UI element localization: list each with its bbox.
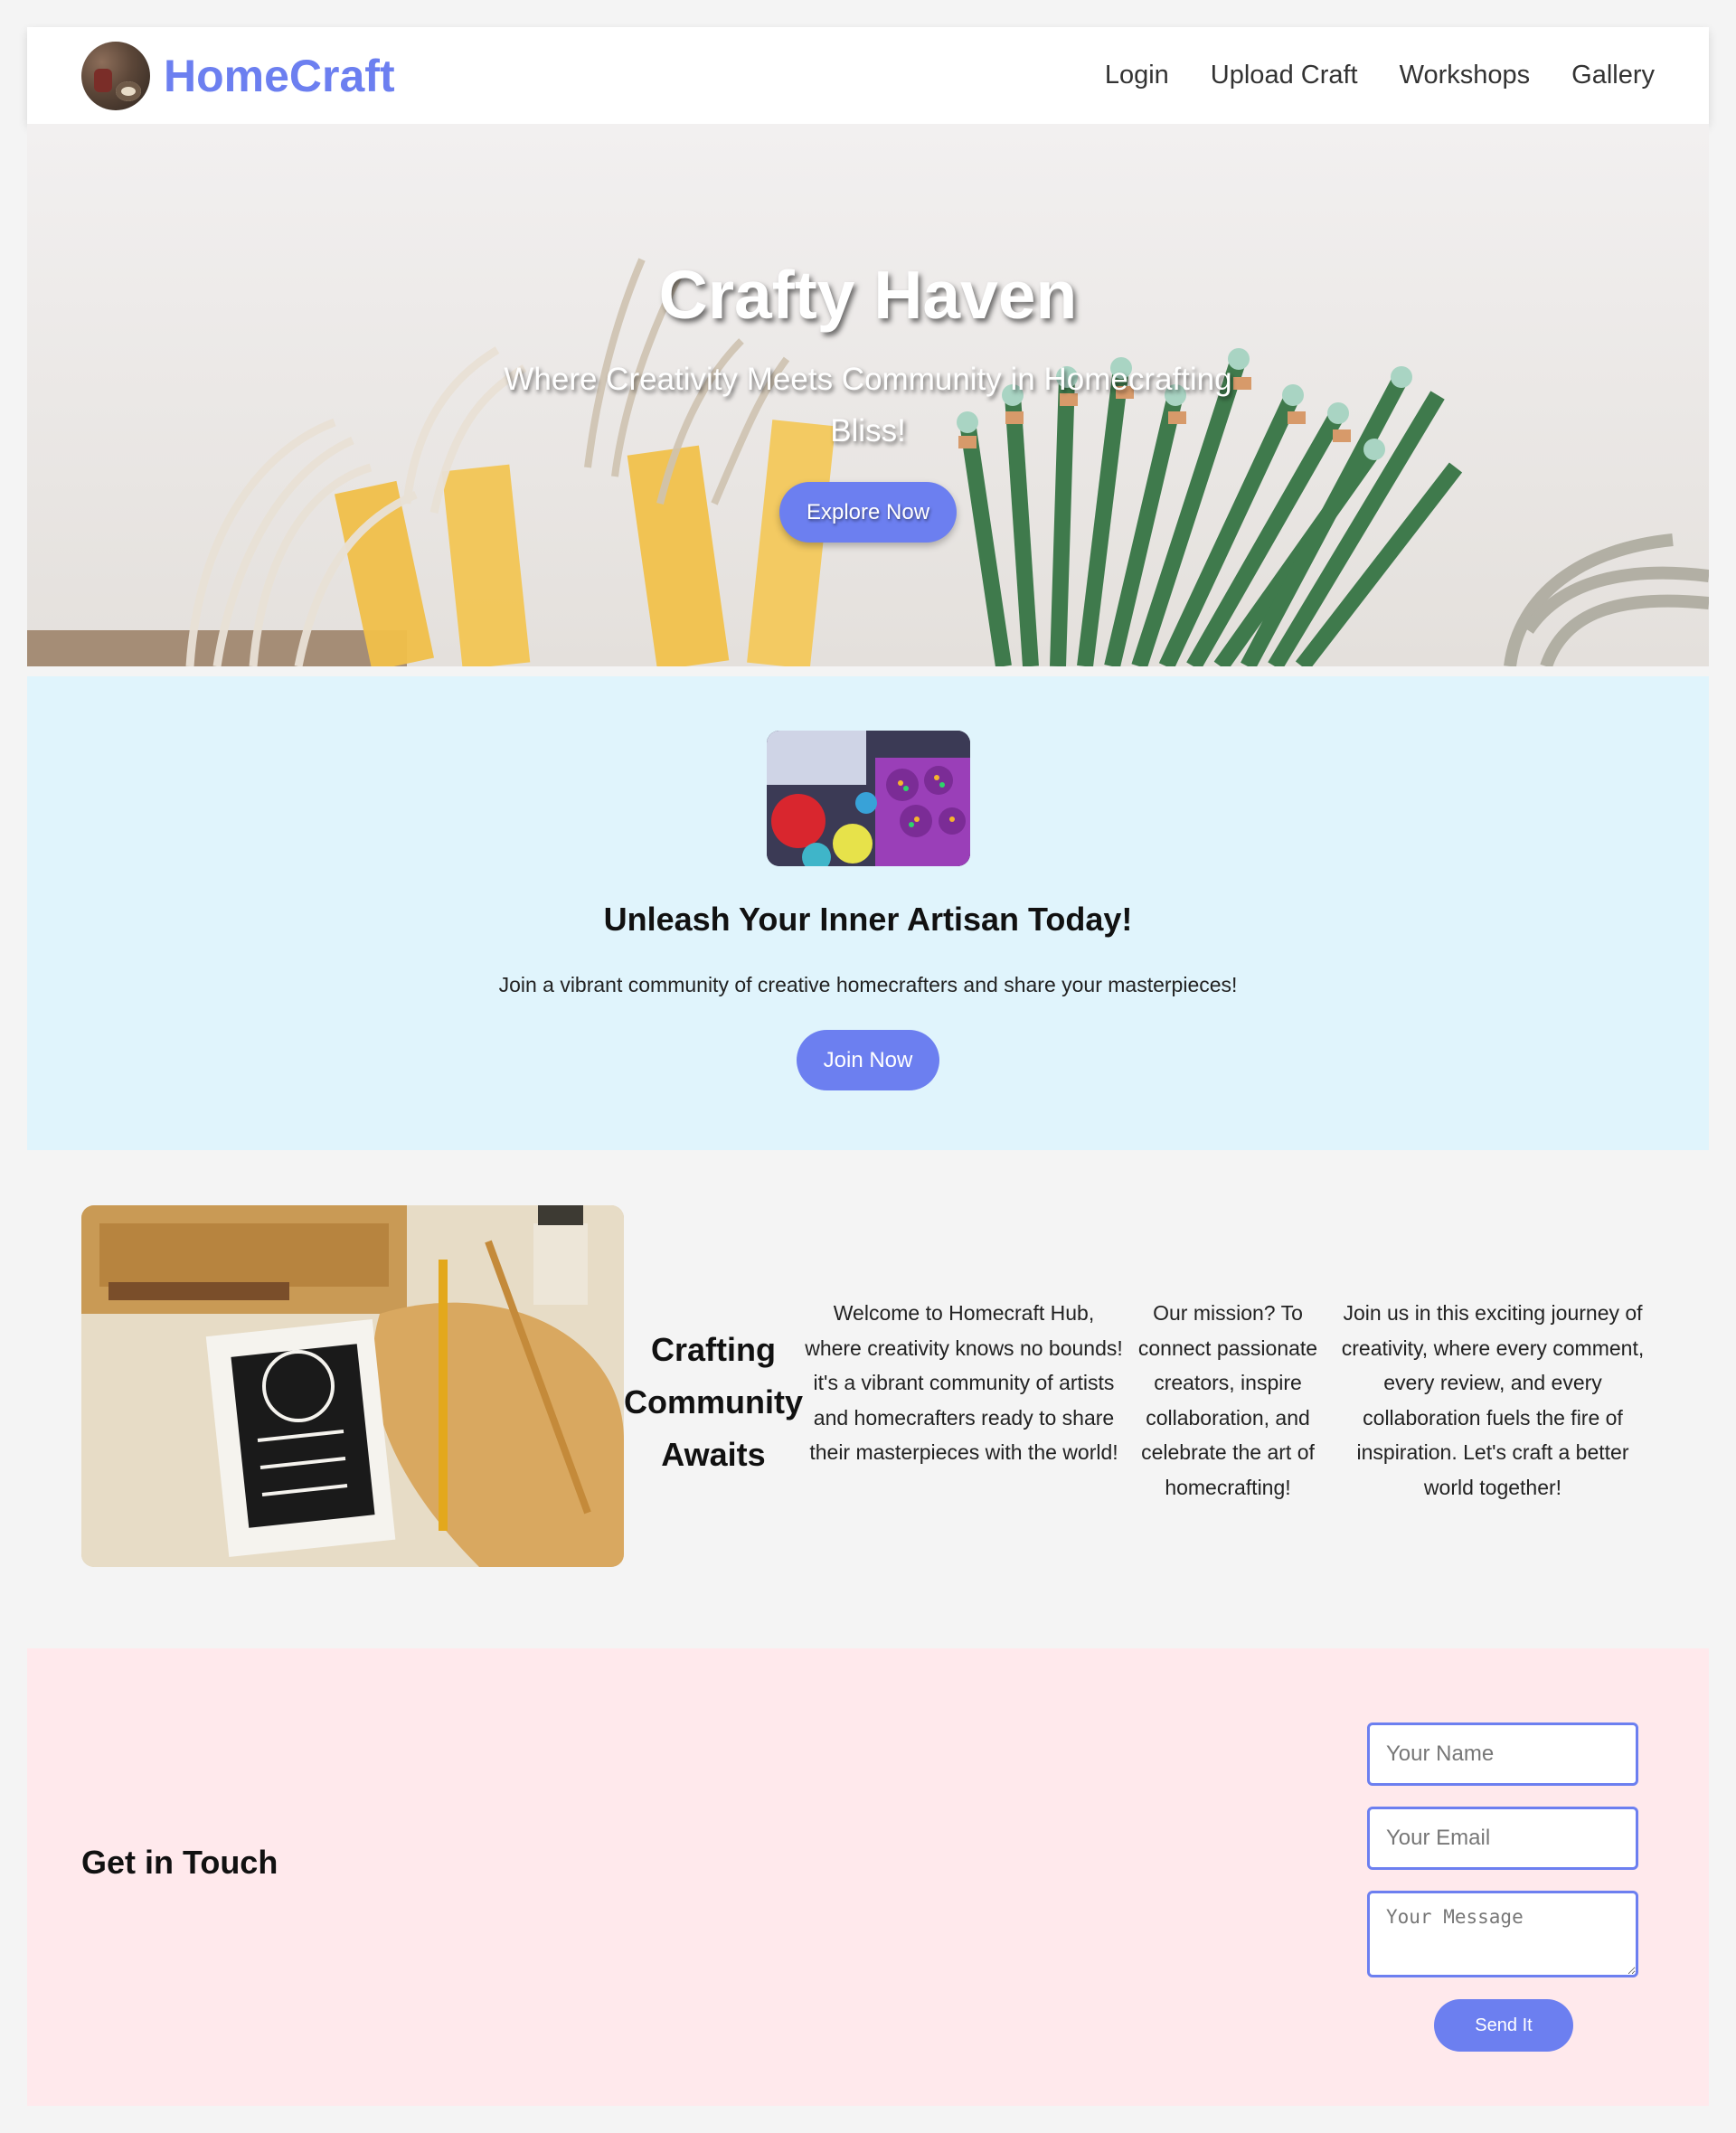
about-mission-text: Our mission? To connect passionate creat… — [1137, 1301, 1318, 1499]
craft-logo-icon — [81, 41, 150, 110]
email-field[interactable] — [1367, 1807, 1638, 1870]
explore-now-button[interactable]: Explore Now — [779, 482, 957, 543]
send-button[interactable]: Send It — [1434, 1999, 1573, 2052]
site-header: HomeCraft Login Upload Craft Workshops G… — [27, 27, 1709, 124]
about-title: Crafting Community Awaits — [624, 1331, 803, 1473]
hero-subtitle: Where Creativity Meets Community in Home… — [504, 362, 1232, 448]
cta-title: Unleash Your Inner Artisan Today! — [603, 901, 1133, 938]
join-now-button[interactable]: Join Now — [797, 1030, 939, 1090]
name-field[interactable] — [1367, 1722, 1638, 1786]
brand-name[interactable]: HomeCraft — [164, 50, 395, 102]
printmaking-image — [81, 1205, 624, 1567]
message-field[interactable] — [1367, 1891, 1638, 1977]
brand[interactable]: HomeCraft — [81, 41, 395, 110]
hero-section: Crafty Haven Where Creativity Meets Comm… — [27, 124, 1709, 666]
about-join-text: Join us in this exciting journey of crea… — [1341, 1301, 1645, 1499]
contact-title: Get in Touch — [81, 1844, 278, 1881]
main-nav: Login Upload Craft Workshops Gallery — [1105, 61, 1655, 90]
hero-content: Crafty Haven Where Creativity Meets Comm… — [27, 124, 1709, 666]
contact-section: Get in Touch Send It — [27, 1648, 1709, 2106]
nav-workshops[interactable]: Workshops — [1400, 61, 1531, 90]
nav-gallery[interactable]: Gallery — [1571, 61, 1655, 90]
nav-upload-craft[interactable]: Upload Craft — [1211, 61, 1358, 90]
hero-title: Crafty Haven — [658, 257, 1078, 333]
nav-login[interactable]: Login — [1105, 61, 1169, 90]
cta-section: Unleash Your Inner Artisan Today! Join a… — [27, 676, 1709, 1150]
craft-supplies-image — [766, 731, 970, 866]
about-welcome-text: Welcome to Homecraft Hub, where creativi… — [805, 1301, 1123, 1464]
cta-text: Join a vibrant community of creative hom… — [498, 973, 1238, 996]
